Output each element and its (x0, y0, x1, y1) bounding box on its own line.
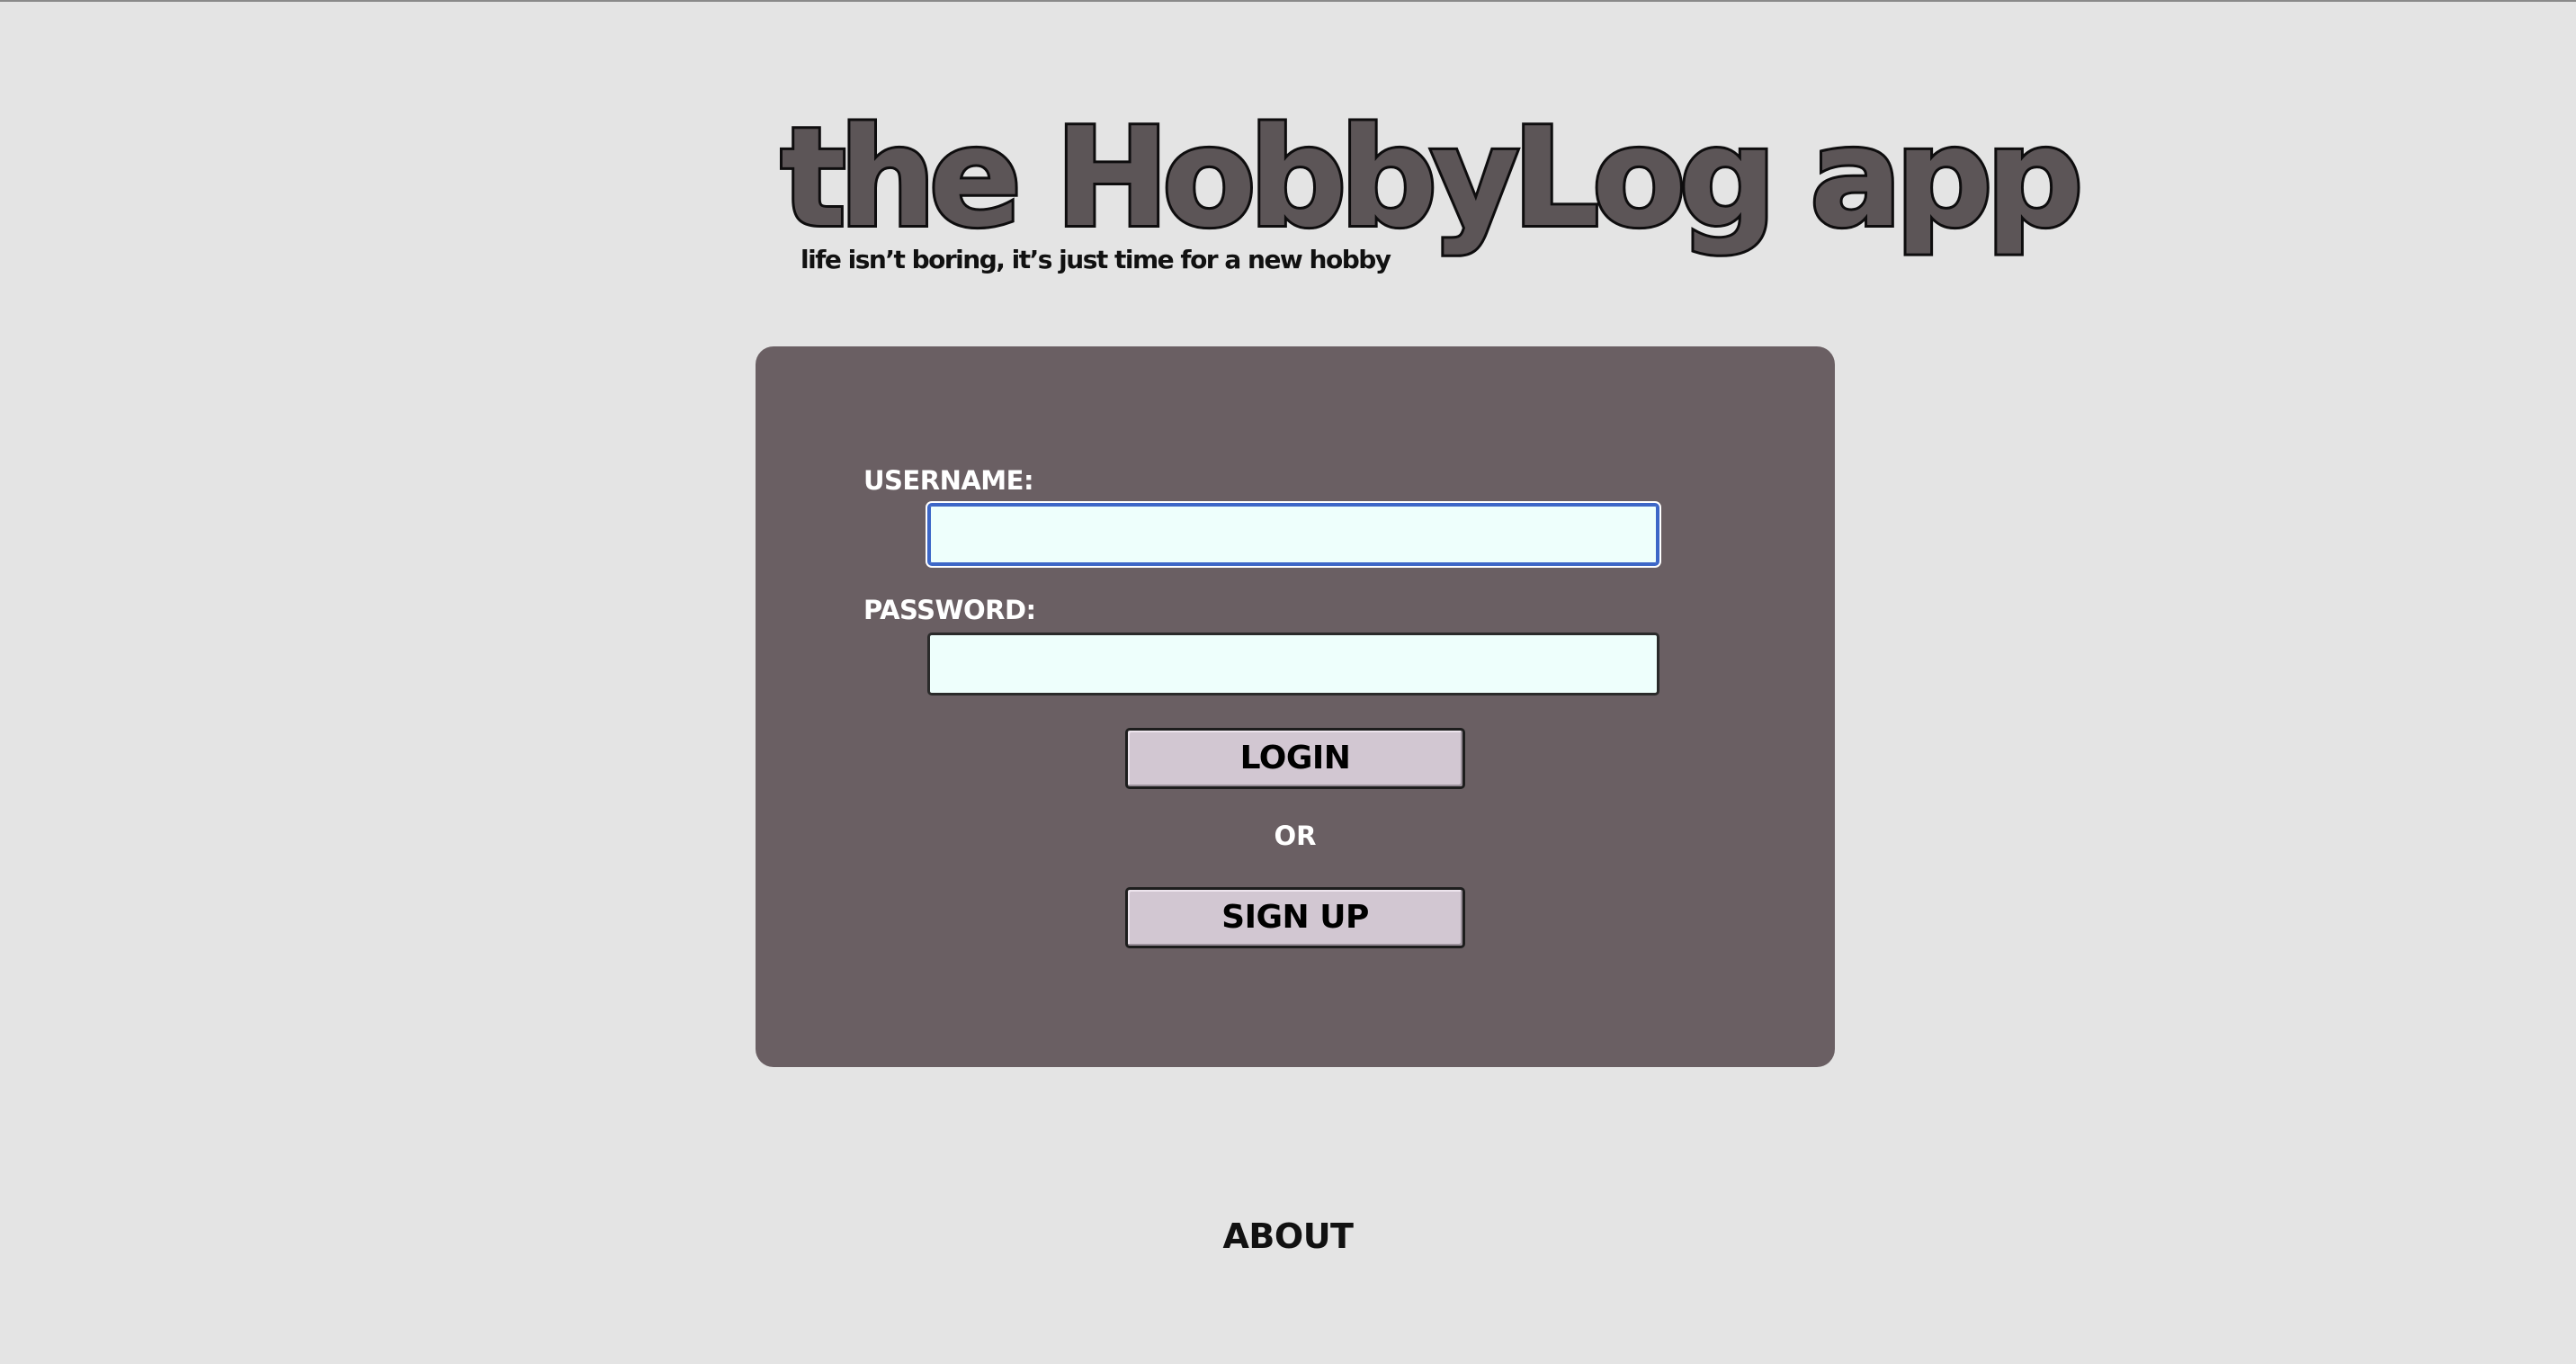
password-label: PASSWORD: (863, 595, 1036, 625)
login-panel: USERNAME: PASSWORD: LOGIN OR SIGN UP (756, 346, 1835, 1067)
username-label: USERNAME: (863, 465, 1034, 496)
login-button[interactable]: LOGIN (1125, 728, 1465, 789)
app-tagline: life isn’t boring, it’s just time for a … (801, 245, 1391, 274)
signup-button[interactable]: SIGN UP (1125, 887, 1465, 948)
app-title: the HobbyLog app (778, 98, 2086, 257)
password-input[interactable] (927, 633, 1659, 695)
about-link-label: ABOUT (1222, 1216, 1354, 1256)
username-input[interactable] (927, 503, 1659, 566)
about-link[interactable]: ABOUT (0, 1216, 2576, 1256)
app-header: the HobbyLog app life isn’t boring, it’s… (0, 101, 2576, 290)
or-divider-text: OR (1274, 821, 1317, 851)
